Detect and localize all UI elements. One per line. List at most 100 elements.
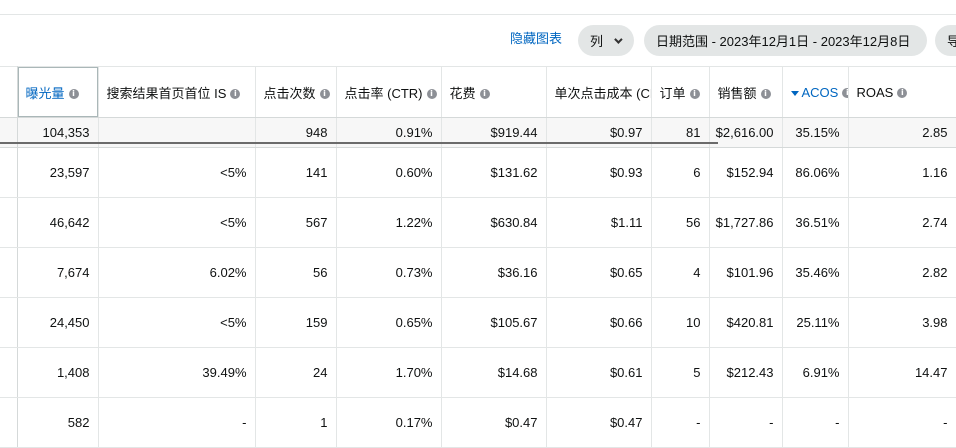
row-spacer	[0, 297, 18, 348]
info-icon[interactable]: i	[897, 88, 908, 99]
cell-orders: 10	[651, 297, 710, 348]
cell-acos: 25.11%	[782, 297, 849, 348]
info-icon[interactable]: i	[760, 89, 771, 100]
info-icon[interactable]: i	[230, 89, 241, 100]
info-icon[interactable]: i	[842, 88, 847, 99]
row-spacer	[0, 147, 18, 198]
cell-ctr: 0.17%	[336, 397, 442, 448]
cell-impressions: 1,408	[17, 347, 99, 398]
table-row: 582-1 0.17% $0.47 $0.47- - - -	[0, 397, 956, 448]
cell-spend: $105.67	[441, 297, 547, 348]
cell-sales: $212.43	[709, 347, 783, 398]
cell-acos: 35.46%	[782, 247, 849, 298]
cell-top-of-search-is: -	[98, 397, 256, 448]
column-header-acos[interactable]: ACOSi	[782, 66, 849, 118]
chevron-down-icon	[614, 34, 623, 44]
cell-roas: 2.85	[848, 117, 956, 148]
column-header-sales[interactable]: 销售额 i	[709, 66, 783, 118]
cell-sales: $2,616.00	[709, 117, 783, 148]
cell-impressions: 24,450	[17, 297, 99, 348]
cell-impressions: 23,597	[17, 147, 99, 198]
cell-acos: 6.91%	[782, 347, 849, 398]
column-header-clicks[interactable]: 点击次数 i	[255, 66, 337, 118]
cell-clicks: 56	[255, 247, 337, 298]
column-header-cpc[interactable]: 单次点击成本 (CPC)	[546, 66, 652, 118]
cell-spend: $14.68	[441, 347, 547, 398]
cell-orders: 56	[651, 197, 710, 248]
date-range-button[interactable]: 日期范围 - 2023年12月1日 - 2023年12月8日	[644, 25, 927, 56]
cell-sales: $420.81	[709, 297, 783, 348]
row-spacer	[0, 197, 18, 248]
cell-sales: $1,727.86	[709, 197, 783, 248]
table-row: 23,597 <5% 141 0.60% $131.62 $0.93 6 $152.94 86.…	[0, 147, 956, 198]
cell-cpc: $0.93	[546, 147, 652, 198]
cell-acos: -	[782, 397, 849, 448]
column-header-orders[interactable]: 订单 i	[651, 66, 710, 118]
row-spacer	[0, 347, 18, 398]
table-toolbar: 隐藏图表 列 日期范围 - 2023年12月1日 - 2023年12月8日 导	[0, 22, 956, 62]
table-row: 7,674 6.02% 56 0.73% $36.16 $0.65 4 $101.96 35.4…	[0, 247, 956, 298]
cell-cpc: $0.61	[546, 347, 652, 398]
cell-top-of-search-is: 6.02%	[98, 247, 256, 298]
row-spacer	[0, 397, 18, 448]
info-icon[interactable]: i	[426, 89, 437, 100]
row-spacer	[0, 247, 18, 298]
cell-clicks: 159	[255, 297, 337, 348]
header-row: 曝光量 i 搜索结果首页首位 IS i 点击次数 i 点击率 (CTR) i 花费 i 单…	[0, 66, 956, 118]
cell-orders: 5	[651, 347, 710, 398]
cell-spend: $630.84	[441, 197, 547, 248]
column-header-spend[interactable]: 花费 i	[441, 66, 547, 118]
info-icon[interactable]: i	[689, 89, 700, 100]
cell-sales: $152.94	[709, 147, 783, 198]
cell-sales: $101.96	[709, 247, 783, 298]
table-row: 46,642 <5% 567 1.22% $630.84 $1.11 56 $1,727.86…	[0, 197, 956, 248]
sort-desc-icon	[790, 90, 799, 96]
cell-cpc: $0.66	[546, 297, 652, 348]
cell-impressions: 7,674	[17, 247, 99, 298]
row-header-spacer	[0, 66, 18, 118]
cell-ctr: 0.65%	[336, 297, 442, 348]
campaign-table: 曝光量 i 搜索结果首页首位 IS i 点击次数 i 点击率 (CTR) i 花费 i 单…	[0, 66, 956, 448]
cell-roas: 1.16	[848, 147, 956, 198]
cell-acos: 86.06%	[782, 147, 849, 198]
cell-spend: $36.16	[441, 247, 547, 298]
columns-label: 列	[590, 34, 604, 49]
cell-clicks: 141	[255, 147, 337, 198]
info-icon[interactable]: i	[68, 89, 79, 100]
date-range-label: 日期范围 - 2023年12月1日 - 2023年12月8日	[656, 34, 911, 49]
columns-button[interactable]: 列	[578, 25, 634, 56]
export-label: 导	[947, 34, 956, 49]
cell-roas: -	[848, 397, 956, 448]
cell-top-of-search-is: <5%	[98, 297, 256, 348]
column-header-ctr[interactable]: 点击率 (CTR) i	[336, 66, 442, 118]
cell-ctr: 0.73%	[336, 247, 442, 298]
cell-ctr: 1.70%	[336, 347, 442, 398]
cell-acos: 35.15%	[782, 117, 849, 148]
cell-cpc: $0.65	[546, 247, 652, 298]
info-icon[interactable]: i	[319, 89, 330, 100]
cell-top-of-search-is: 39.49%	[98, 347, 256, 398]
column-header-impressions[interactable]: 曝光量 i	[17, 66, 99, 118]
cell-spend: $131.62	[441, 147, 547, 198]
column-header-roas[interactable]: ROAS i	[848, 66, 956, 118]
cell-clicks: 1	[255, 397, 337, 448]
cell-ctr: 0.60%	[336, 147, 442, 198]
export-button[interactable]: 导	[935, 25, 956, 56]
column-header-top-of-search-is[interactable]: 搜索结果首页首位 IS i	[98, 66, 256, 118]
hide-chart-link[interactable]: 隐藏图表	[510, 28, 562, 47]
cell-orders: -	[651, 397, 710, 448]
cell-clicks: 24	[255, 347, 337, 398]
cell-sales: -	[709, 397, 783, 448]
top-divider	[0, 14, 956, 15]
cell-cpc: $0.47	[546, 397, 652, 448]
totals-divider	[0, 142, 718, 144]
cell-acos: 36.51%	[782, 197, 849, 248]
info-icon[interactable]: i	[479, 89, 490, 100]
table-row: 24,450 <5% 159 0.65% $105.67 $0.66 10 $420.81 25…	[0, 297, 956, 348]
cell-impressions: 582	[17, 397, 99, 448]
cell-roas: 2.74	[848, 197, 956, 248]
cell-cpc: $1.11	[546, 197, 652, 248]
cell-ctr: 1.22%	[336, 197, 442, 248]
cell-orders: 4	[651, 247, 710, 298]
cell-roas: 2.82	[848, 247, 956, 298]
